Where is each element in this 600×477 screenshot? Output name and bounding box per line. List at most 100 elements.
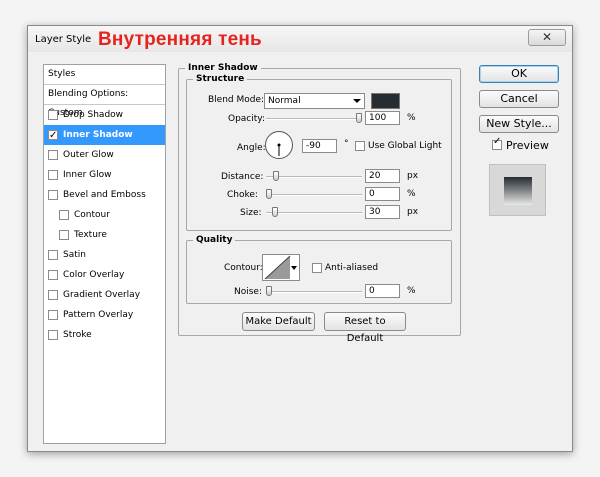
- style-checkbox[interactable]: [48, 270, 58, 280]
- new-style-button[interactable]: New Style...: [479, 115, 559, 133]
- inner-shadow-group: Inner Shadow Structure Blend Mode: Norma…: [178, 63, 461, 344]
- style-item-label: Contour: [74, 210, 110, 220]
- chevron-down-icon: [353, 99, 361, 103]
- style-item-color-overlay[interactable]: Color Overlay: [44, 265, 165, 285]
- style-item-bevel-and-emboss[interactable]: Bevel and Emboss: [44, 185, 165, 205]
- style-checkbox[interactable]: [48, 126, 58, 146]
- opacity-slider-thumb[interactable]: [356, 113, 362, 123]
- styles-header[interactable]: Styles: [44, 65, 165, 85]
- style-item-label: Inner Shadow: [63, 130, 133, 140]
- size-slider-thumb[interactable]: [272, 207, 279, 217]
- distance-input[interactable]: 20: [365, 169, 400, 183]
- style-item-label: Outer Glow: [63, 150, 114, 160]
- make-default-button[interactable]: Make Default: [242, 312, 315, 331]
- angle-unit: °: [344, 139, 349, 149]
- style-item-label: Color Overlay: [63, 270, 125, 280]
- style-item-inner-glow[interactable]: Inner Glow: [44, 165, 165, 185]
- style-item-label: Pattern Overlay: [63, 310, 134, 320]
- style-checkbox[interactable]: [59, 210, 69, 220]
- style-item-gradient-overlay[interactable]: Gradient Overlay: [44, 285, 165, 305]
- angle-label: Angle:: [237, 143, 266, 153]
- style-checkbox[interactable]: [48, 310, 58, 320]
- contour-preview-icon: [264, 255, 291, 280]
- style-checkbox[interactable]: [48, 150, 58, 160]
- styles-list: Styles Blending Options: Custom Drop Sha…: [43, 64, 166, 444]
- noise-unit: %: [407, 286, 416, 296]
- style-checkbox[interactable]: [48, 250, 58, 260]
- noise-slider-thumb[interactable]: [266, 286, 272, 296]
- distance-slider-track[interactable]: [266, 176, 362, 178]
- ok-button[interactable]: OK: [479, 65, 559, 83]
- contour-picker[interactable]: [262, 254, 300, 281]
- style-item-label: Gradient Overlay: [63, 290, 141, 300]
- preview-checkbox[interactable]: ✓: [492, 136, 502, 150]
- opacity-slider-track[interactable]: [266, 118, 362, 120]
- close-button[interactable]: ✕: [528, 29, 566, 46]
- structure-group: Structure Blend Mode: Normal Opacity: 10…: [186, 74, 452, 231]
- angle-dial-icon: [265, 131, 293, 159]
- choke-label: Choke:: [227, 190, 258, 200]
- style-item-outer-glow[interactable]: Outer Glow: [44, 145, 165, 165]
- caption-overlay: Внутренняя тень: [98, 29, 262, 50]
- blend-mode-value: Normal: [268, 96, 301, 106]
- contour-label: Contour:: [224, 263, 263, 273]
- size-input[interactable]: 30: [365, 205, 400, 219]
- distance-label: Distance:: [221, 172, 264, 182]
- reset-default-button[interactable]: Reset to Default: [324, 312, 406, 344]
- style-item-texture[interactable]: Texture: [44, 225, 165, 245]
- choke-slider-track[interactable]: [266, 194, 362, 196]
- style-item-label: Inner Glow: [63, 170, 112, 180]
- noise-input[interactable]: 0: [365, 284, 400, 298]
- style-checkbox[interactable]: [48, 330, 58, 340]
- title-bar[interactable]: Layer Style Внутренняя тень ✕: [28, 26, 572, 52]
- style-item-label: Texture: [74, 230, 107, 240]
- preview-swatch: [504, 177, 532, 205]
- choke-slider-thumb[interactable]: [266, 189, 272, 199]
- style-item-label: Drop Shadow: [63, 110, 124, 120]
- shadow-color-swatch[interactable]: [371, 93, 400, 109]
- style-item-satin[interactable]: Satin: [44, 245, 165, 265]
- layer-style-dialog: Layer Style Внутренняя тень ✕ Styles Ble…: [27, 25, 573, 452]
- style-item-inner-shadow[interactable]: Inner Shadow: [44, 125, 165, 146]
- noise-slider-track[interactable]: [266, 291, 362, 293]
- quality-legend: Quality: [193, 235, 236, 245]
- blend-mode-label: Blend Mode:: [208, 95, 265, 105]
- anti-aliased-checkbox[interactable]: [312, 263, 322, 273]
- style-checkbox[interactable]: [48, 110, 58, 120]
- quality-group: Quality Contour: Anti-aliased Noise: 0 %: [186, 235, 452, 304]
- inner-shadow-legend: Inner Shadow: [185, 63, 261, 73]
- close-icon: ✕: [541, 30, 553, 44]
- window-title: Layer Style: [35, 34, 92, 45]
- distance-unit: px: [407, 171, 419, 181]
- style-checkbox[interactable]: [48, 190, 58, 200]
- angle-dial[interactable]: [264, 130, 294, 160]
- distance-slider-thumb[interactable]: [273, 171, 280, 181]
- size-slider-track[interactable]: [266, 212, 362, 214]
- style-item-stroke[interactable]: Stroke: [44, 325, 165, 345]
- style-checkbox[interactable]: [48, 290, 58, 300]
- size-label: Size:: [240, 208, 262, 218]
- style-checkbox[interactable]: [59, 230, 69, 240]
- style-item-drop-shadow[interactable]: Drop Shadow: [44, 105, 165, 125]
- noise-label: Noise:: [234, 287, 262, 297]
- opacity-unit: %: [407, 113, 416, 123]
- check-icon: ✓: [493, 136, 502, 147]
- blend-mode-select[interactable]: Normal: [264, 93, 365, 109]
- style-checkbox[interactable]: [48, 170, 58, 180]
- preview-label: Preview: [506, 139, 549, 152]
- angle-input[interactable]: -90: [302, 139, 337, 153]
- global-light-checkbox[interactable]: [355, 141, 365, 151]
- blending-options-item[interactable]: Blending Options: Custom: [44, 85, 165, 118]
- global-light-label: Use Global Light: [368, 141, 442, 151]
- style-item-contour[interactable]: Contour: [44, 205, 165, 225]
- opacity-input[interactable]: 100: [365, 111, 400, 125]
- style-item-label: Stroke: [63, 330, 92, 340]
- style-item-pattern-overlay[interactable]: Pattern Overlay: [44, 305, 165, 325]
- size-unit: px: [407, 207, 419, 217]
- preview-area: [489, 164, 546, 216]
- choke-input[interactable]: 0: [365, 187, 400, 201]
- cancel-button[interactable]: Cancel: [479, 90, 559, 108]
- style-item-label: Satin: [63, 250, 86, 260]
- anti-aliased-label: Anti-aliased: [325, 263, 379, 273]
- chevron-down-icon: [291, 266, 297, 270]
